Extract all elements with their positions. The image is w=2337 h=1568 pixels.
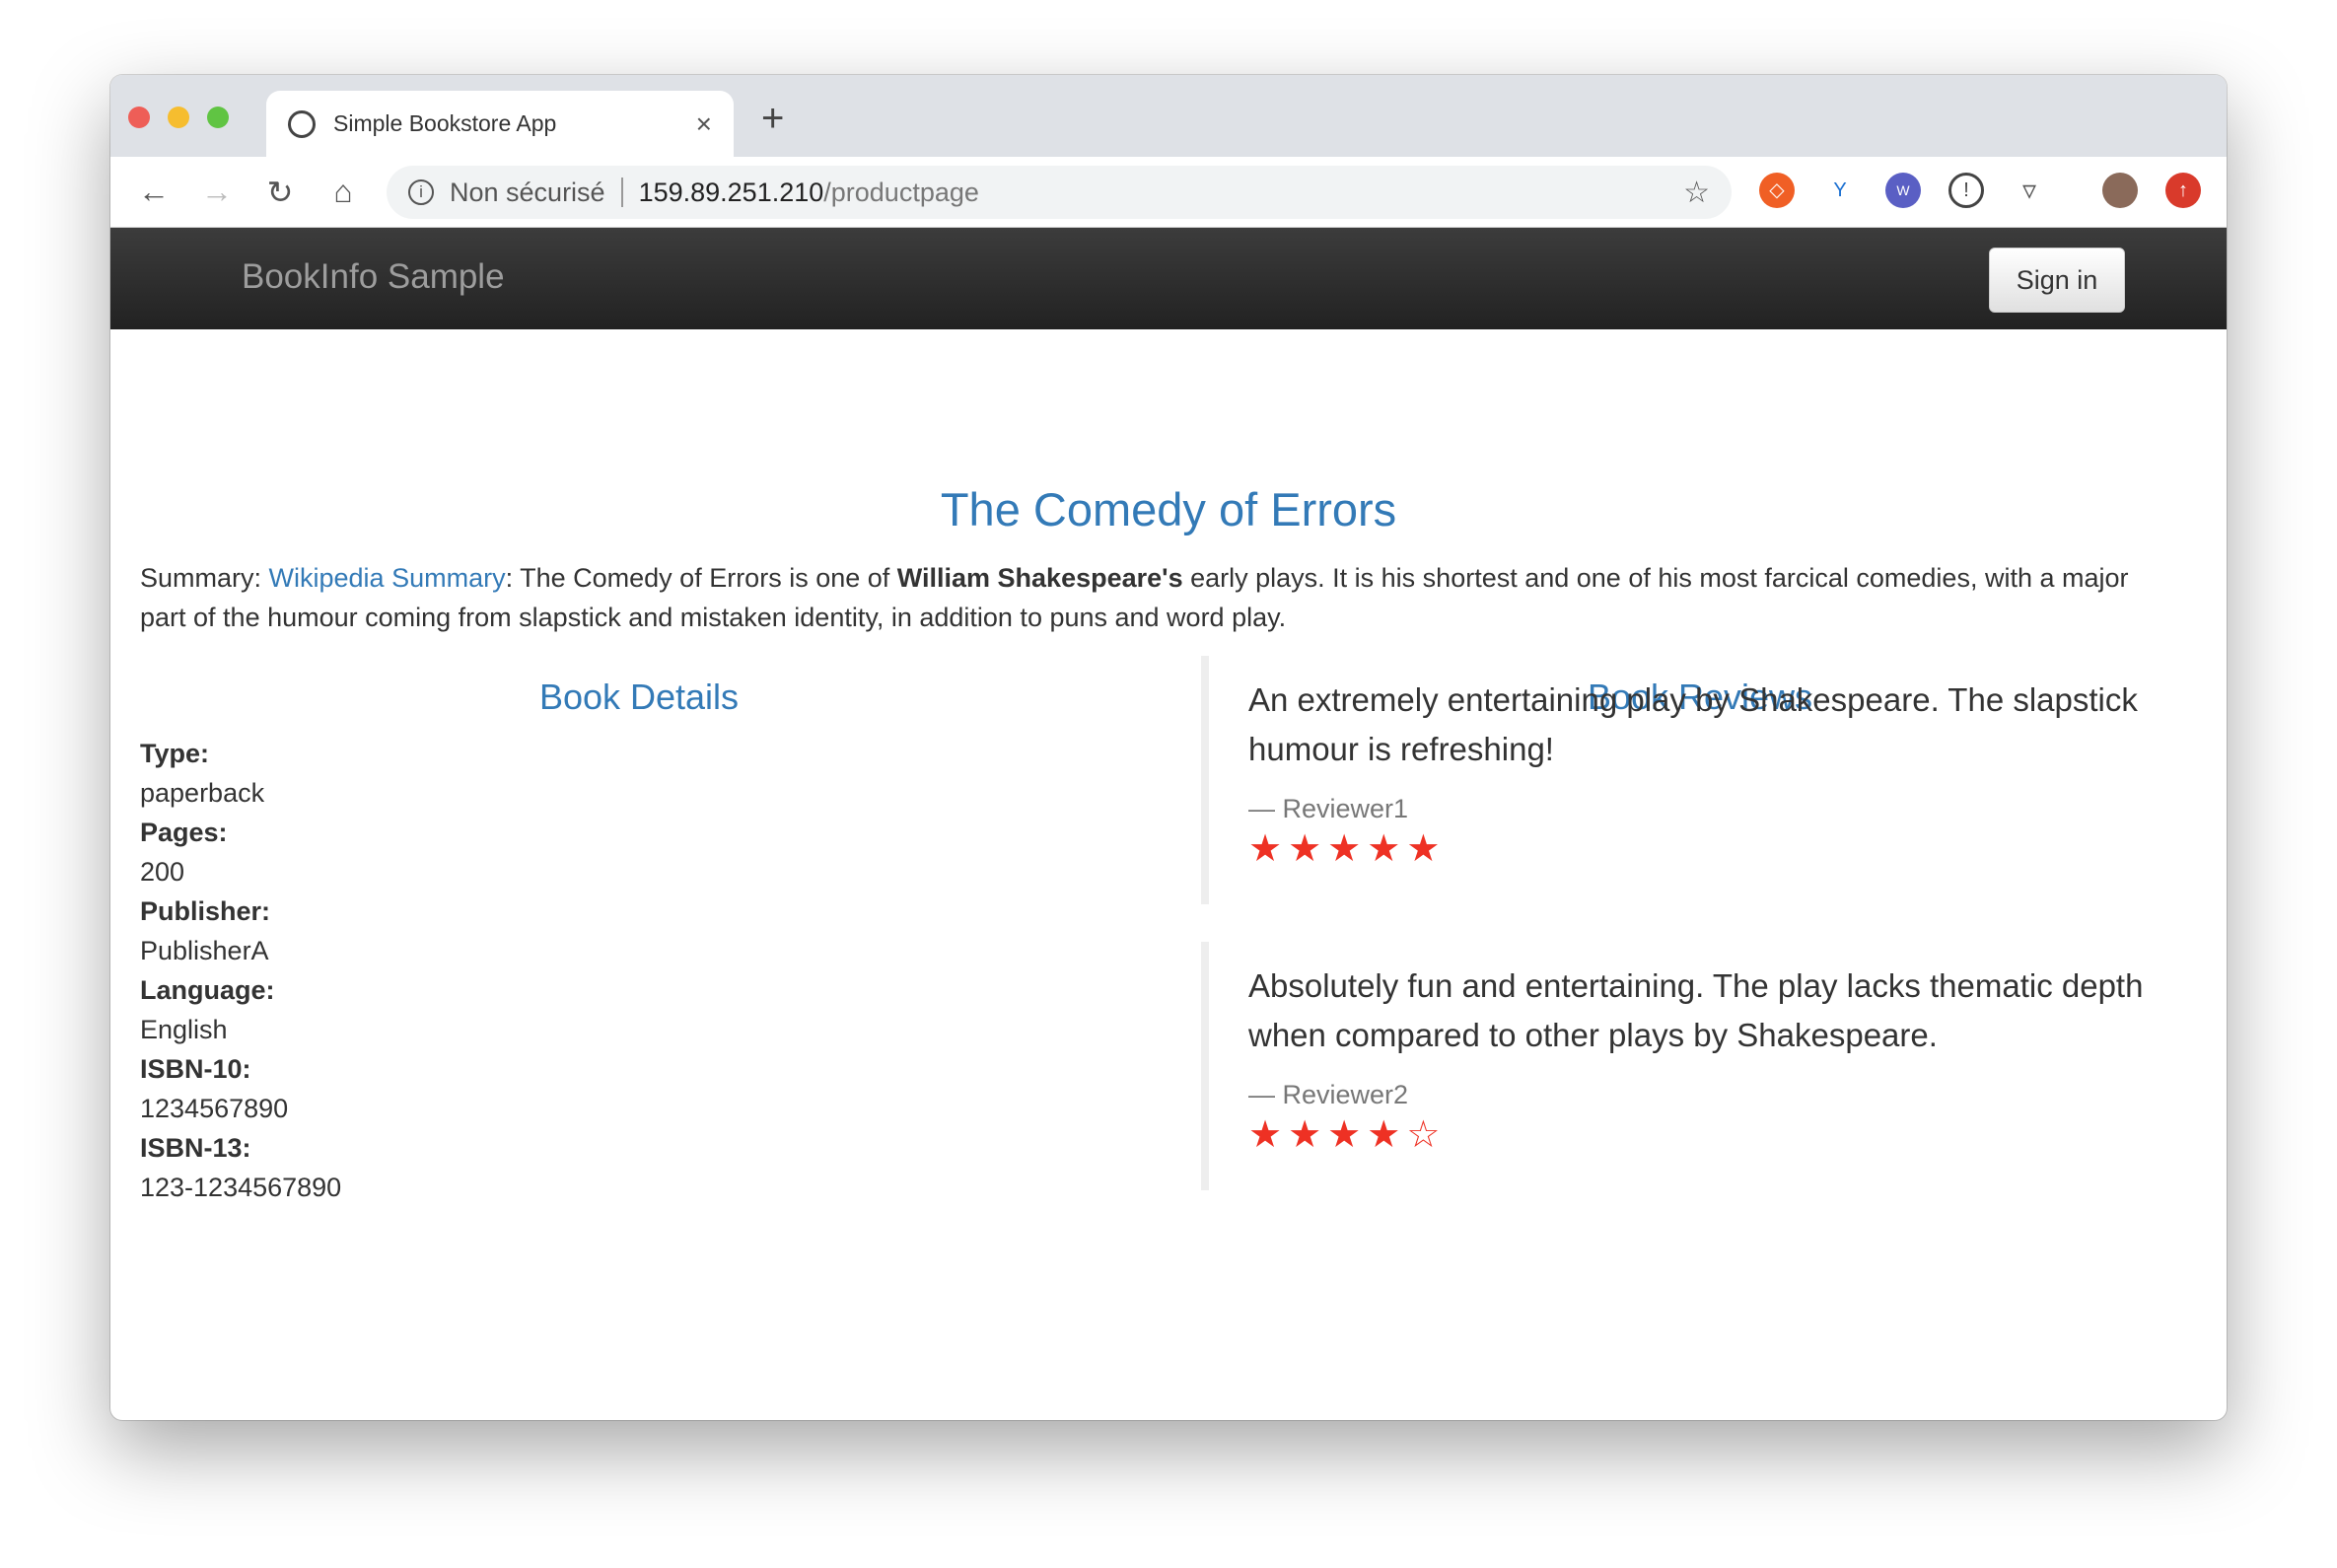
book-details-heading: Book Details — [538, 677, 740, 717]
app-navbar: BookInfo Sample Sign in — [110, 228, 2227, 329]
book-details: Type: paperback Pages: 200 Publisher: Publi… — [140, 734, 341, 1207]
home-icon[interactable]: ⌂ — [312, 174, 375, 210]
star-full-icon: ★ — [1406, 828, 1447, 870]
star-full-icon: ★ — [1367, 1114, 1407, 1156]
star-rating: ★★★★☆ — [1248, 1112, 2177, 1157]
review: An extremely entertaining play by Shakes… — [1201, 656, 2177, 904]
divider — [620, 178, 623, 207]
summary: Summary: Wikipedia Summary: The Comedy o… — [140, 558, 2167, 637]
forward-icon[interactable]: → — [185, 174, 248, 210]
review-text: An extremely entertaining play by Shakes… — [1248, 681, 2138, 767]
browser-toolbar: ← → ↻ ⌂ i Non sécurisé 159.89.251.210/pr… — [110, 157, 2227, 228]
detail-label: Type: — [140, 739, 210, 768]
detail-value: PublisherA — [140, 936, 269, 965]
browser-tab[interactable]: Simple Bookstore App × — [266, 91, 734, 157]
update-icon[interactable]: ↑ — [2165, 173, 2201, 208]
detail-value: paperback — [140, 778, 265, 808]
star-full-icon: ★ — [1248, 828, 1289, 870]
star-full-icon: ★ — [1367, 828, 1407, 870]
summary-label: Summary: — [140, 563, 269, 593]
brave-rewards-icon[interactable]: ◇ — [1759, 173, 1795, 208]
info-icon[interactable]: i — [408, 179, 434, 205]
review: Absolutely fun and entertaining. The pla… — [1201, 942, 2177, 1190]
star-full-icon: ★ — [1248, 1114, 1289, 1156]
star-full-icon: ★ — [1327, 1114, 1368, 1156]
detail-value: 123-1234567890 — [140, 1173, 342, 1202]
tab-title: Simple Bookstore App — [333, 110, 557, 136]
detail-label: ISBN-13: — [140, 1133, 251, 1163]
star-full-icon: ★ — [1288, 828, 1328, 870]
detail-value: 200 — [140, 857, 185, 887]
summary-author: William Shakespeare's — [896, 563, 1183, 593]
avatar[interactable] — [2102, 173, 2138, 208]
1password-icon[interactable]: ! — [1948, 173, 1984, 208]
brand[interactable]: BookInfo Sample — [242, 257, 505, 297]
pocket-icon[interactable]: ▿ — [2012, 173, 2047, 208]
detail-label: Publisher: — [140, 896, 271, 926]
star-full-icon: ★ — [1327, 828, 1368, 870]
summary-text: : The Comedy of Errors is one of — [505, 563, 897, 593]
globe-icon — [288, 109, 316, 138]
detail-value: English — [140, 1015, 228, 1044]
maximize-window-button[interactable] — [207, 107, 229, 128]
detail-label: Language: — [140, 975, 275, 1005]
yoroi-icon[interactable]: Y — [1822, 173, 1858, 208]
tab-close-icon[interactable]: × — [696, 108, 712, 140]
review-text: Absolutely fun and entertaining. The pla… — [1248, 967, 2144, 1053]
url-host: 159.89.251.210 — [638, 177, 824, 207]
reviewer: — Reviewer1 — [1248, 794, 1409, 823]
wikipedia-summary-link[interactable]: Wikipedia Summary — [269, 563, 506, 593]
reload-icon[interactable]: ↻ — [248, 174, 312, 211]
sign-in-button[interactable]: Sign in — [1989, 248, 2125, 313]
reviewer: — Reviewer2 — [1248, 1080, 1409, 1109]
bookmark-star-icon[interactable]: ☆ — [1683, 176, 1710, 210]
page-title: The Comedy of Errors — [940, 483, 1397, 535]
star-empty-icon: ☆ — [1406, 1114, 1447, 1156]
wappalyzer-icon[interactable]: W — [1885, 173, 1921, 208]
tab-strip: Simple Bookstore App × + — [110, 75, 2227, 157]
back-icon[interactable]: ← — [122, 174, 185, 210]
url-path: /productpage — [823, 177, 979, 207]
detail-label: Pages: — [140, 818, 228, 847]
close-window-button[interactable] — [128, 107, 150, 128]
star-full-icon: ★ — [1288, 1114, 1328, 1156]
minimize-window-button[interactable] — [168, 107, 189, 128]
browser-window: Simple Bookstore App × + ← → ↻ ⌂ i Non s… — [110, 75, 2227, 1420]
new-tab-button[interactable]: + — [761, 97, 784, 141]
detail-label: ISBN-10: — [140, 1054, 251, 1084]
address-bar[interactable]: i Non sécurisé 159.89.251.210/productpag… — [387, 166, 1732, 219]
star-rating: ★★★★★ — [1248, 826, 2177, 871]
security-label: Non sécurisé — [450, 177, 605, 207]
detail-value: 1234567890 — [140, 1094, 289, 1123]
